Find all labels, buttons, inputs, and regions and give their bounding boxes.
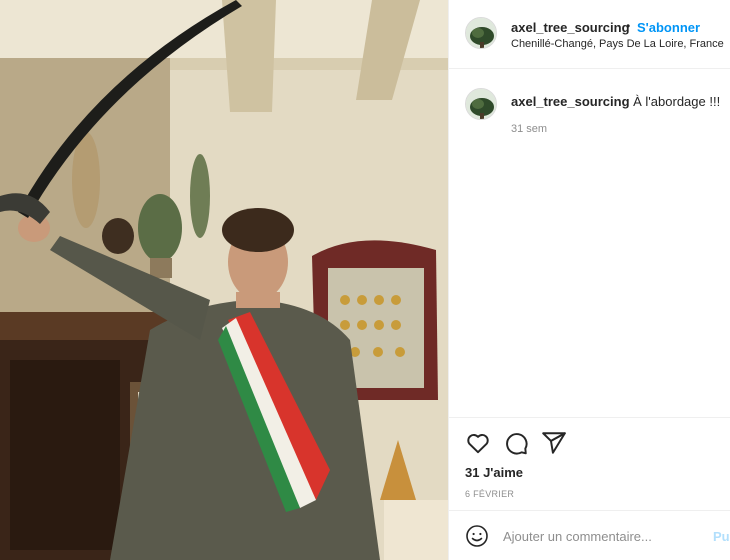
comment-input[interactable] [503, 526, 703, 546]
post-location[interactable]: Chenillé-Changé, Pays De La Loire, Franc… [511, 38, 724, 50]
header-separator: • [626, 19, 631, 33]
comment-icon[interactable] [503, 430, 529, 456]
post-header: axel_tree_sourcing • S'abonner Chenillé-… [449, 0, 730, 69]
post-actions: 31 J'aime 6 FÉVRIER [449, 417, 730, 517]
caption-username[interactable]: axel_tree_sourcing [511, 94, 630, 109]
share-icon[interactable] [541, 430, 567, 456]
post-side-panel: axel_tree_sourcing • S'abonner Chenillé-… [448, 0, 730, 560]
caption-time[interactable]: 31 sem [511, 123, 547, 135]
caption-line: axel_tree_sourcing À l'abordage !!! [511, 94, 720, 109]
photo-illustration [0, 0, 448, 560]
likes-count[interactable]: 31 J'aime [465, 465, 523, 480]
avatar-tree-image [466, 18, 496, 48]
caption-comment: axel_tree_sourcing À l'abordage !!! 31 s… [449, 70, 730, 150]
post-date[interactable]: 6 FÉVRIER [465, 489, 514, 499]
heart-icon[interactable] [465, 430, 491, 456]
owner-avatar[interactable] [465, 17, 497, 49]
post-photo[interactable] [0, 0, 448, 560]
publish-button[interactable]: Pu [713, 529, 730, 544]
follow-button[interactable]: S'abonner [637, 20, 700, 35]
add-comment-bar: Pu [449, 510, 730, 560]
caption-text: À l'abordage !!! [633, 94, 721, 109]
avatar-tree-image [466, 89, 496, 119]
caption-avatar[interactable] [465, 88, 497, 120]
owner-username[interactable]: axel_tree_sourcing [511, 20, 630, 35]
emoji-icon[interactable] [465, 524, 489, 548]
